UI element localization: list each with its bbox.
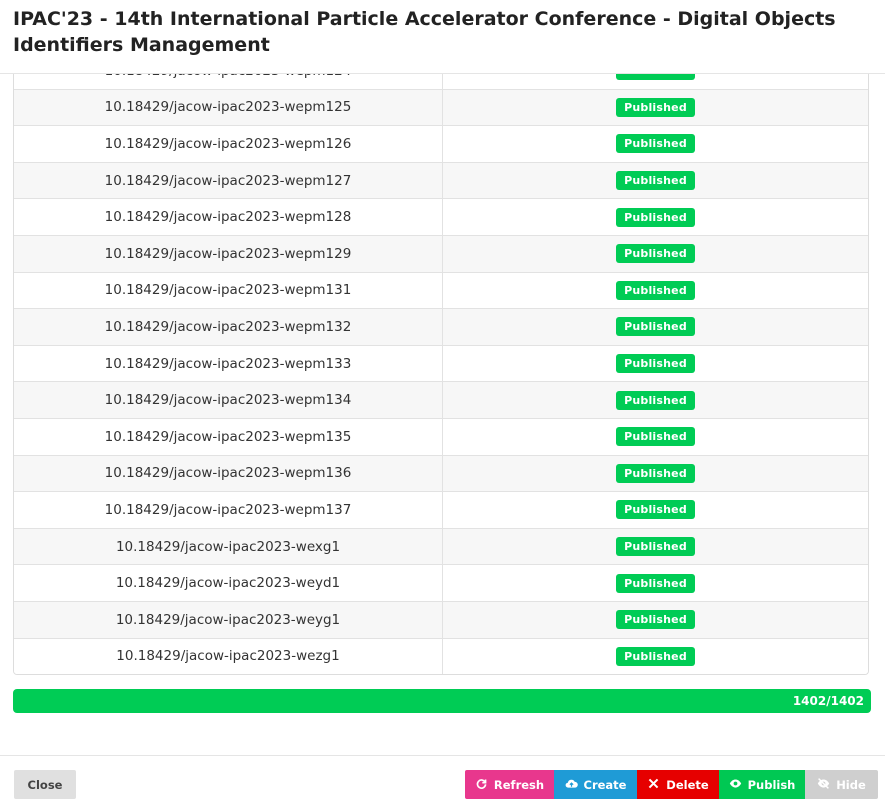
table-row: 10.18429/jacow-ipac2023-weyg1 Published [14,600,868,638]
table-row: 10.18429/jacow-ipac2023-wepm135 Published [14,417,868,455]
cloud-upload-icon [565,777,578,793]
dialog-header: IPAC'23 - 14th International Particle Ac… [0,0,885,74]
doi-cell: 10.18429/jacow-ipac2023-wepm126 [14,126,443,162]
status-badge: Published [616,610,695,630]
create-button[interactable]: Create [554,770,637,799]
status-badge: Published [616,463,695,483]
hide-button-label: Hide [836,777,866,792]
eye-slash-icon [817,777,830,793]
doi-cell: 10.18429/jacow-ipac2023-wexg1 [14,528,443,565]
progress-bar: 1402/1402 [13,689,871,713]
doi-cell: 10.18429/jacow-ipac2023-wepm133 [14,345,443,382]
close-button[interactable]: Close [14,770,76,799]
table-row: 10.18429/jacow-ipac2023-wepm134 Published [14,381,868,418]
publish-button-label: Publish [747,777,796,792]
table-row: 10.18429/jacow-ipac2023-wepm136 Published [14,454,868,492]
table-body: 10.18429/jacow-ipac2023-wepm125 Published… [14,88,868,675]
table-row: 10.18429/jacow-ipac2023-wepm128 Published [14,198,868,235]
table-row: 10.18429/jacow-ipac2023-wepm125 Published [14,88,868,126]
status-badge: Published [616,207,695,227]
doi-cell: 10.18429/jacow-ipac2023-weyd1 [14,565,443,601]
table-row: 10.18429/jacow-ipac2023-wepm132 Published [14,308,868,345]
table-row: 10.18429/jacow-ipac2023-wepm127 Published [14,161,868,199]
doi-cell: 10.18429/jacow-ipac2023-wepm137 [14,492,443,528]
table-row: 10.18429/jacow-ipac2023-wepm131 Published [14,271,868,309]
progress-label: 1402/1402 [792,694,864,708]
create-button-label: Create [583,777,627,792]
progress-fill: 1402/1402 [13,689,871,713]
status-badge: Published [616,97,695,117]
status-badge: Published [616,390,695,410]
delete-button[interactable]: Delete [637,770,719,799]
doi-cell: 10.18429/jacow-ipac2023-wepm127 [14,162,443,199]
status-badge: Published [616,427,695,447]
doi-cell: 10.18429/jacow-ipac2023-wepm129 [14,235,443,272]
doi-cell: 10.18429/jacow-ipac2023-wezg1 [14,638,443,675]
doi-table: 10.18429/jacow-ipac2023-wepm124 Publishe… [13,52,869,676]
doi-cell: 10.18429/jacow-ipac2023-wepm134 [14,382,443,418]
status-badge: Published [616,244,695,264]
status-badge: Published [616,573,695,593]
table-row: 10.18429/jacow-ipac2023-wepm137 Published [14,491,868,528]
refresh-button[interactable]: Refresh [465,770,554,799]
status-badge: Published [616,134,695,154]
refresh-icon [475,777,488,793]
dialog-footer: Close Refresh Create Delete Publish Hide [0,755,885,807]
eye-icon [729,777,742,793]
table-row: 10.18429/jacow-ipac2023-wexg1 Published [14,527,868,565]
delete-button-label: Delete [666,777,709,792]
status-badge: Published [616,646,695,666]
status-badge: Published [616,354,695,374]
doi-cell: 10.18429/jacow-ipac2023-wepm136 [14,455,443,492]
doi-cell: 10.18429/jacow-ipac2023-weyg1 [14,601,443,638]
table-row: 10.18429/jacow-ipac2023-wepm129 Published [14,234,868,272]
doi-cell: 10.18429/jacow-ipac2023-wepm125 [14,89,443,126]
table-row: 10.18429/jacow-ipac2023-weyd1 Published [14,564,868,601]
table-row: 10.18429/jacow-ipac2023-wezg1 Published [14,637,868,675]
table-row: 10.18429/jacow-ipac2023-wepm133 Published [14,344,868,382]
table-row: 10.18429/jacow-ipac2023-wepm126 Published [14,125,868,162]
hide-button[interactable]: Hide [805,770,878,799]
status-badge: Published [616,537,695,557]
dialog-title: IPAC'23 - 14th International Particle Ac… [13,8,836,56]
close-icon [647,777,660,793]
close-button-label: Close [27,777,63,792]
doi-cell: 10.18429/jacow-ipac2023-wepm128 [14,199,443,235]
doi-cell: 10.18429/jacow-ipac2023-wepm132 [14,309,443,345]
publish-button[interactable]: Publish [719,770,805,799]
status-badge: Published [616,500,695,520]
status-badge: Published [616,171,695,191]
doi-cell: 10.18429/jacow-ipac2023-wepm131 [14,272,443,309]
status-badge: Published [616,280,695,300]
doi-cell: 10.18429/jacow-ipac2023-wepm135 [14,418,443,455]
status-badge: Published [616,317,695,337]
refresh-button-label: Refresh [493,777,545,792]
